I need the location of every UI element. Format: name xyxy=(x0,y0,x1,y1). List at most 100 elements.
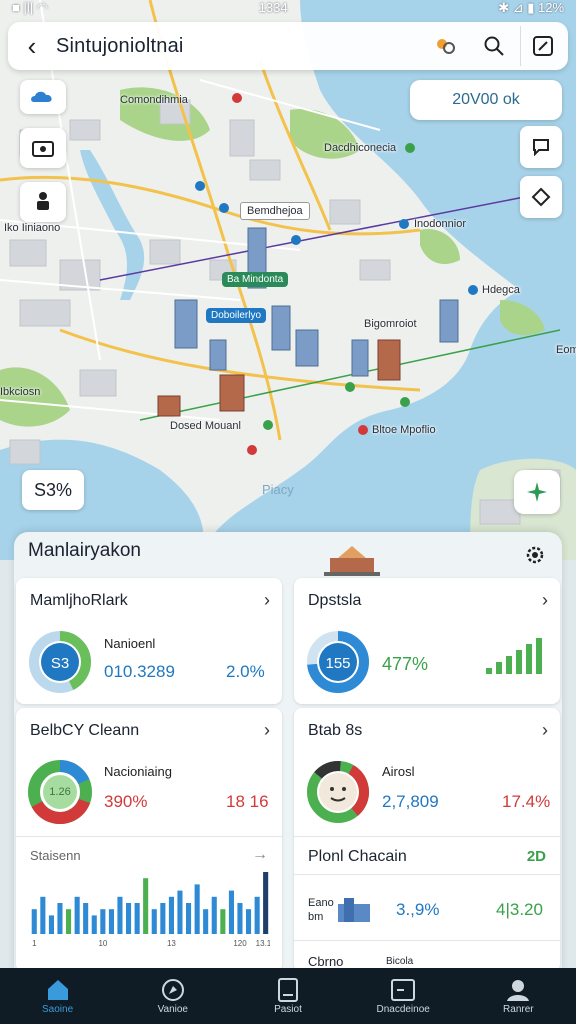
map-tag[interactable]: Ba Mindonta xyxy=(222,272,289,287)
map-label[interactable]: Hdegca xyxy=(482,284,520,296)
chart-bar xyxy=(194,884,200,934)
row-sublabel: Bicola xyxy=(386,956,414,967)
nav-label: Vanioe xyxy=(157,1004,188,1015)
home-icon xyxy=(47,980,68,1000)
row-value: 4|3.20 xyxy=(496,900,543,919)
metric-label: Nacioniaing xyxy=(104,764,172,779)
map-label[interactable]: Bigomroiot xyxy=(364,318,417,330)
building-icon xyxy=(338,898,370,922)
donut-value: 1.26 xyxy=(49,786,71,798)
map-label[interactable]: Eomlou xyxy=(556,344,576,356)
metric-card[interactable]: MamljhoRlark › S3 Nanioenl 010.3289 2.0% xyxy=(16,578,282,704)
map-label[interactable]: Bemdhejoa xyxy=(240,202,310,220)
chart-bar xyxy=(246,909,252,934)
map-label[interactable]: Ibkciosn xyxy=(0,386,40,398)
row-title[interactable]: Plonl Chacain xyxy=(308,848,407,866)
metric-value: 477% xyxy=(382,654,429,674)
metric-card[interactable]: BelbCY Cleann › 1.26 Nacioniaing 390% 18… xyxy=(16,708,282,972)
dashboard-panel: Manlairyakon MamljhoRlark › S3 Nanioenl … xyxy=(14,532,562,972)
nav-item-document[interactable]: Pasiot xyxy=(238,976,338,1015)
chart-bar xyxy=(126,903,132,934)
nav-label: Pasiot xyxy=(274,1004,302,1015)
chart-bar xyxy=(220,909,226,934)
layers-button[interactable] xyxy=(424,26,468,66)
metric-percent: 2.0% xyxy=(226,662,265,681)
chevron-right-icon[interactable]: › xyxy=(542,720,548,741)
row-label: Cbrno xyxy=(308,954,344,969)
nav-item-explore[interactable]: Vanioe xyxy=(123,976,223,1015)
metric-secondary: 17.4% xyxy=(502,792,551,811)
chart-bar xyxy=(228,890,234,934)
settings-button[interactable] xyxy=(524,544,548,568)
nav-item-home[interactable]: Saoine xyxy=(8,976,108,1015)
metric-label: Airosl xyxy=(382,764,415,779)
mini-bar-chart xyxy=(486,638,542,674)
chart-bar xyxy=(203,909,209,934)
chart-bar xyxy=(40,896,46,934)
edit-button[interactable] xyxy=(520,26,564,66)
chart-bar xyxy=(117,896,123,934)
locate-button[interactable] xyxy=(514,470,560,514)
chart-tick-label: 1 xyxy=(32,939,37,948)
chart-bar xyxy=(168,896,174,934)
water-label: Piacy xyxy=(262,482,294,497)
divider xyxy=(294,940,560,941)
donut-value: S3 xyxy=(50,655,70,672)
compass-icon xyxy=(161,979,184,1001)
map-label[interactable]: Comondihmia xyxy=(120,94,188,106)
chart-bar xyxy=(134,903,140,934)
rotate-icon xyxy=(531,187,551,207)
rotate-button[interactable] xyxy=(520,176,562,218)
chart-bar xyxy=(31,909,37,934)
map-label[interactable]: Dosed Mouanl xyxy=(170,420,241,432)
nav-label: Saoine xyxy=(42,1004,74,1015)
nav-label: Dnacdeinoe xyxy=(376,1004,430,1015)
chart-bar xyxy=(143,878,149,934)
map-style-button[interactable] xyxy=(20,80,66,114)
back-button[interactable]: ‹ xyxy=(8,22,56,70)
metric-value: 2,7,809 xyxy=(382,792,439,811)
donut-value: 155 xyxy=(325,655,351,672)
face-donut-chart xyxy=(307,761,369,823)
chart-tick-label: 120 xyxy=(233,939,247,948)
chart-bar xyxy=(91,915,97,934)
transit-button[interactable] xyxy=(20,182,66,222)
map-tag[interactable]: Doboilerlyo xyxy=(206,308,267,323)
chart-bar xyxy=(108,909,114,934)
profile-icon xyxy=(507,980,530,1001)
chevron-right-icon[interactable]: › xyxy=(542,590,548,611)
metric-card[interactable]: Btab 8s › Airosl 2,7,809 17.4% Plonl Cha… xyxy=(294,708,560,972)
search-button[interactable] xyxy=(472,26,516,66)
map-label[interactable]: Bltoe Mpoflio xyxy=(372,424,436,436)
map-label[interactable]: Inodonnior xyxy=(414,218,466,230)
map-label[interactable]: Dacdhiconecia xyxy=(324,142,396,154)
chevron-right-icon[interactable]: → xyxy=(252,846,268,864)
chart-bar xyxy=(100,909,106,934)
metric-card[interactable]: Dpstsla › 155 477% xyxy=(294,578,560,704)
zoom-readout[interactable]: 20V00 ok xyxy=(410,80,562,120)
card-title: BelbCY Cleann xyxy=(30,722,140,739)
chart-bar xyxy=(237,903,243,934)
row-value: 3.,9% xyxy=(396,900,440,919)
back-icon: ‹ xyxy=(27,30,37,61)
top-app-bar: ‹ Sintujonioltnai xyxy=(8,22,568,70)
gear-icon xyxy=(526,546,544,564)
navigate-icon xyxy=(527,482,547,502)
landmark-icon xyxy=(324,546,380,576)
nav-label: Ranrer xyxy=(503,1004,534,1015)
nav-item-screen[interactable]: Dnacdeinoe xyxy=(353,976,453,1015)
chart-bar xyxy=(254,896,260,934)
bottom-nav: Saoine Vanioe Pasiot Dnacdeinoe Ranrer xyxy=(0,968,576,1024)
chat-button[interactable] xyxy=(520,126,562,168)
nav-item-profile[interactable]: Ranrer xyxy=(468,976,568,1015)
chevron-right-icon[interactable]: › xyxy=(264,720,270,741)
scale-button[interactable]: S3% xyxy=(22,470,84,510)
camera-button[interactable] xyxy=(20,128,66,168)
chevron-right-icon[interactable]: › xyxy=(264,590,270,611)
divider xyxy=(294,836,560,837)
divider xyxy=(294,874,560,875)
map-label[interactable]: Iko Iiniaono xyxy=(4,222,60,234)
metric-value: 010.3289 xyxy=(104,662,175,681)
chart-tick-label: 13 xyxy=(167,939,176,948)
chart-bar xyxy=(186,903,192,934)
